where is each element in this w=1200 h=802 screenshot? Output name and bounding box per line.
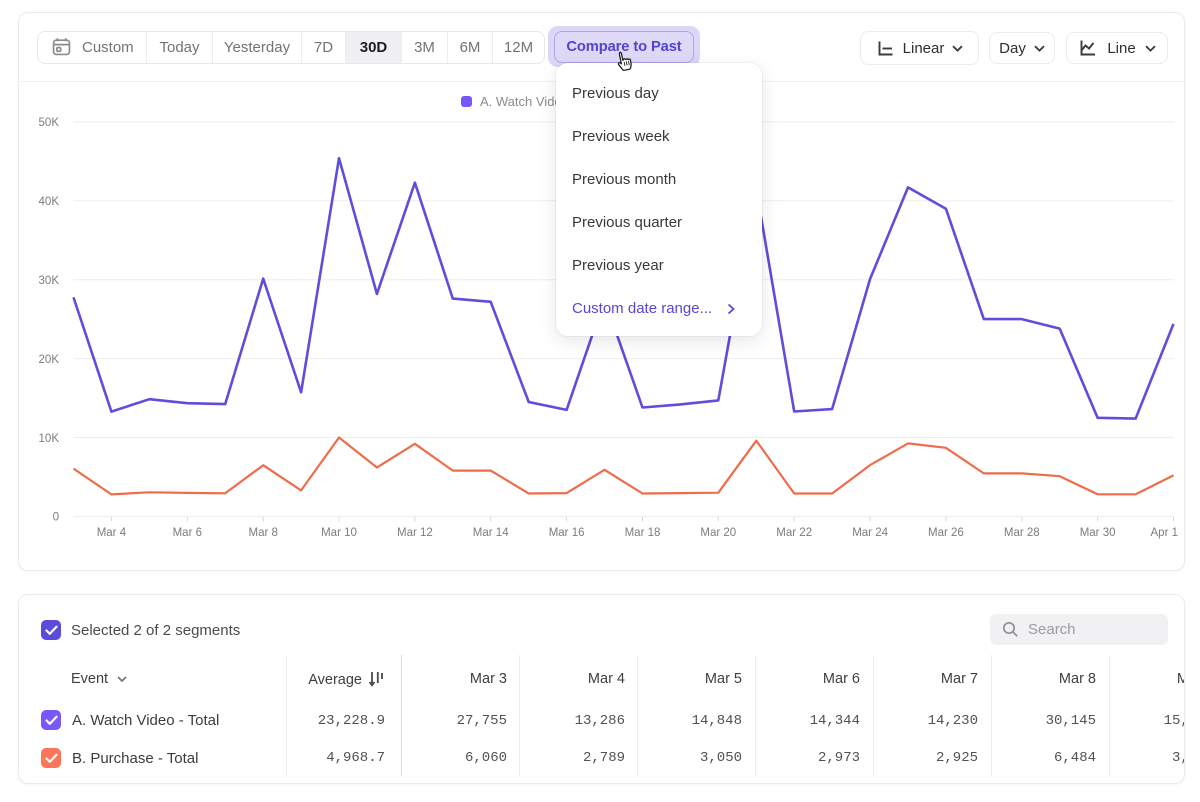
svg-text:Mar 20: Mar 20 — [700, 527, 736, 539]
svg-text:Mar 8: Mar 8 — [248, 527, 277, 539]
svg-text:Mar 26: Mar 26 — [928, 527, 964, 539]
svg-text:0: 0 — [53, 512, 59, 524]
svg-text:Mar 12: Mar 12 — [397, 527, 433, 539]
svg-text:Mar 22: Mar 22 — [776, 527, 812, 539]
svg-text:Mar 6: Mar 6 — [173, 527, 202, 539]
svg-text:Mar 18: Mar 18 — [625, 527, 661, 539]
svg-text:20K: 20K — [39, 354, 60, 366]
svg-text:10K: 10K — [39, 433, 60, 445]
svg-text:Mar 14: Mar 14 — [473, 527, 509, 539]
svg-text:Mar 28: Mar 28 — [1004, 527, 1040, 539]
svg-text:50K: 50K — [39, 117, 60, 129]
svg-text:Mar 30: Mar 30 — [1080, 527, 1116, 539]
svg-text:Mar 16: Mar 16 — [549, 527, 585, 539]
svg-text:Mar 24: Mar 24 — [852, 527, 888, 539]
svg-text:Mar 4: Mar 4 — [97, 527, 127, 539]
svg-text:Apr 1: Apr 1 — [1151, 527, 1179, 539]
svg-text:30K: 30K — [39, 275, 60, 287]
svg-text:40K: 40K — [39, 196, 60, 208]
svg-text:Mar 10: Mar 10 — [321, 527, 357, 539]
